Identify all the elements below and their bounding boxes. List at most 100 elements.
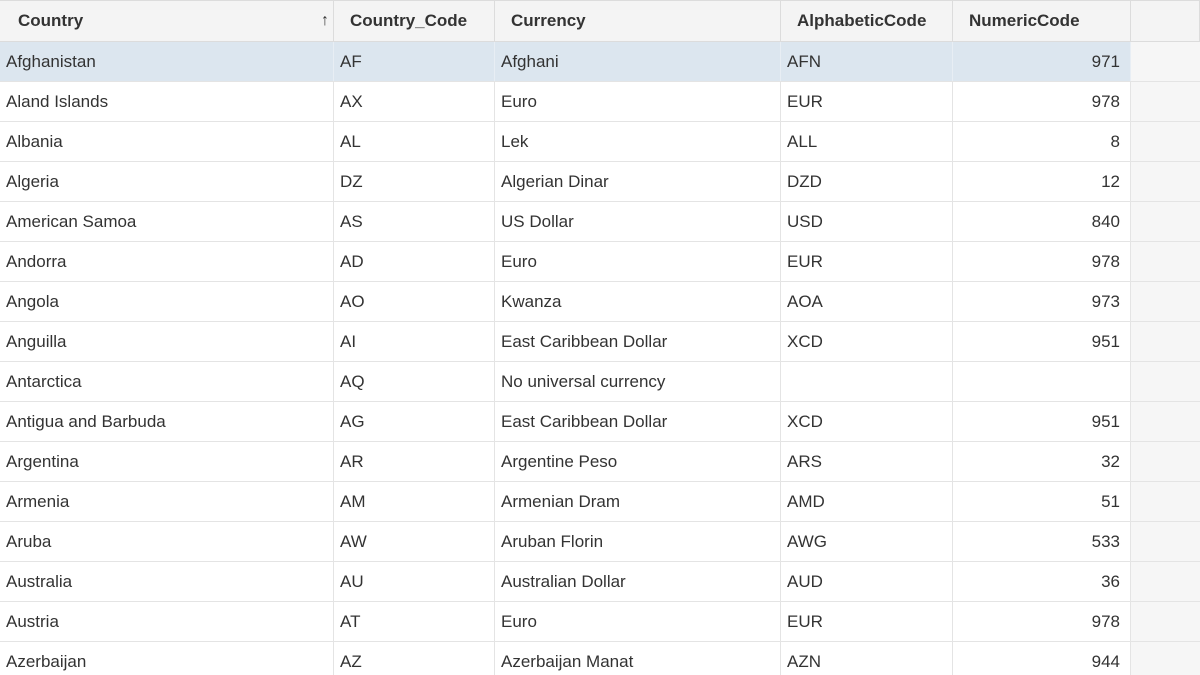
cell-alphabetic-code[interactable]: ALL <box>781 122 953 161</box>
cell-alphabetic-code[interactable]: AFN <box>781 42 953 81</box>
table-row[interactable]: Angola AO Kwanza AOA 973 <box>0 282 1200 322</box>
cell-country[interactable]: Antigua and Barbuda <box>0 402 334 441</box>
table-row[interactable]: Albania AL Lek ALL 8 <box>0 122 1200 162</box>
cell-currency[interactable]: Armenian Dram <box>495 482 781 521</box>
cell-alphabetic-code[interactable]: ARS <box>781 442 953 481</box>
cell-currency[interactable]: Lek <box>495 122 781 161</box>
cell-currency[interactable]: Euro <box>495 602 781 641</box>
table-row[interactable]: Aruba AW Aruban Florin AWG 533 <box>0 522 1200 562</box>
cell-country-code[interactable]: AX <box>334 82 495 121</box>
cell-numeric-code[interactable]: 978 <box>953 242 1131 281</box>
cell-alphabetic-code[interactable]: EUR <box>781 242 953 281</box>
cell-currency[interactable]: Afghani <box>495 42 781 81</box>
cell-currency[interactable]: Kwanza <box>495 282 781 321</box>
table-row[interactable]: Argentina AR Argentine Peso ARS 32 <box>0 442 1200 482</box>
cell-country[interactable]: Azerbaijan <box>0 642 334 675</box>
table-row[interactable]: Afghanistan AF Afghani AFN 971 <box>0 42 1200 82</box>
cell-currency[interactable]: Algerian Dinar <box>495 162 781 201</box>
cell-numeric-code[interactable]: 973 <box>953 282 1131 321</box>
cell-alphabetic-code[interactable]: EUR <box>781 602 953 641</box>
cell-currency[interactable]: Euro <box>495 82 781 121</box>
cell-country[interactable]: Anguilla <box>0 322 334 361</box>
cell-currency[interactable]: Euro <box>495 242 781 281</box>
table-row[interactable]: Anguilla AI East Caribbean Dollar XCD 951 <box>0 322 1200 362</box>
cell-numeric-code[interactable]: 978 <box>953 602 1131 641</box>
cell-country[interactable]: Austria <box>0 602 334 641</box>
column-header-alphabetic-code[interactable]: AlphabeticCode <box>781 1 953 41</box>
cell-numeric-code[interactable]: 36 <box>953 562 1131 601</box>
cell-country[interactable]: Albania <box>0 122 334 161</box>
table-row[interactable]: Austria AT Euro EUR 978 <box>0 602 1200 642</box>
cell-numeric-code[interactable]: 32 <box>953 442 1131 481</box>
cell-currency[interactable]: East Caribbean Dollar <box>495 402 781 441</box>
column-header-country[interactable]: Country ↑ <box>0 1 334 41</box>
cell-country-code[interactable]: AI <box>334 322 495 361</box>
cell-country-code[interactable]: AF <box>334 42 495 81</box>
table-row[interactable]: Antarctica AQ No universal currency <box>0 362 1200 402</box>
cell-numeric-code[interactable]: 8 <box>953 122 1131 161</box>
cell-country-code[interactable]: AL <box>334 122 495 161</box>
table-row[interactable]: Aland Islands AX Euro EUR 978 <box>0 82 1200 122</box>
cell-numeric-code[interactable]: 51 <box>953 482 1131 521</box>
cell-alphabetic-code[interactable]: XCD <box>781 402 953 441</box>
cell-country-code[interactable]: AS <box>334 202 495 241</box>
cell-alphabetic-code[interactable]: EUR <box>781 82 953 121</box>
cell-alphabetic-code[interactable] <box>781 362 953 401</box>
table-row[interactable]: Algeria DZ Algerian Dinar DZD 12 <box>0 162 1200 202</box>
cell-currency[interactable]: East Caribbean Dollar <box>495 322 781 361</box>
cell-country[interactable]: Algeria <box>0 162 334 201</box>
cell-numeric-code[interactable] <box>953 362 1131 401</box>
cell-country-code[interactable]: AR <box>334 442 495 481</box>
cell-numeric-code[interactable]: 944 <box>953 642 1131 675</box>
cell-numeric-code[interactable]: 840 <box>953 202 1131 241</box>
cell-numeric-code[interactable]: 951 <box>953 322 1131 361</box>
cell-country-code[interactable]: AD <box>334 242 495 281</box>
cell-country[interactable]: Australia <box>0 562 334 601</box>
cell-currency[interactable]: Australian Dollar <box>495 562 781 601</box>
cell-alphabetic-code[interactable]: AUD <box>781 562 953 601</box>
cell-country[interactable]: American Samoa <box>0 202 334 241</box>
cell-country-code[interactable]: AG <box>334 402 495 441</box>
cell-numeric-code[interactable]: 533 <box>953 522 1131 561</box>
table-row[interactable]: Azerbaijan AZ Azerbaijan Manat AZN 944 <box>0 642 1200 675</box>
cell-currency[interactable]: Aruban Florin <box>495 522 781 561</box>
cell-country[interactable]: Aruba <box>0 522 334 561</box>
table-row[interactable]: Antigua and Barbuda AG East Caribbean Doll… <box>0 402 1200 442</box>
cell-country[interactable]: Andorra <box>0 242 334 281</box>
column-header-numeric-code[interactable]: NumericCode <box>953 1 1131 41</box>
table-row[interactable]: Andorra AD Euro EUR 978 <box>0 242 1200 282</box>
cell-country[interactable]: Angola <box>0 282 334 321</box>
table-row[interactable]: American Samoa AS US Dollar USD 840 <box>0 202 1200 242</box>
cell-alphabetic-code[interactable]: AWG <box>781 522 953 561</box>
cell-numeric-code[interactable]: 978 <box>953 82 1131 121</box>
cell-alphabetic-code[interactable]: AZN <box>781 642 953 675</box>
cell-numeric-code[interactable]: 12 <box>953 162 1131 201</box>
cell-country-code[interactable]: AM <box>334 482 495 521</box>
cell-currency[interactable]: No universal currency <box>495 362 781 401</box>
cell-country[interactable]: Argentina <box>0 442 334 481</box>
cell-country[interactable]: Antarctica <box>0 362 334 401</box>
cell-country-code[interactable]: DZ <box>334 162 495 201</box>
cell-country-code[interactable]: AT <box>334 602 495 641</box>
cell-country-code[interactable]: AO <box>334 282 495 321</box>
cell-country-code[interactable]: AW <box>334 522 495 561</box>
cell-country-code[interactable]: AQ <box>334 362 495 401</box>
cell-country[interactable]: Armenia <box>0 482 334 521</box>
cell-numeric-code[interactable]: 971 <box>953 42 1131 81</box>
cell-country[interactable]: Afghanistan <box>0 42 334 81</box>
cell-alphabetic-code[interactable]: XCD <box>781 322 953 361</box>
cell-numeric-code[interactable]: 951 <box>953 402 1131 441</box>
cell-alphabetic-code[interactable]: AMD <box>781 482 953 521</box>
cell-country[interactable]: Aland Islands <box>0 82 334 121</box>
cell-alphabetic-code[interactable]: DZD <box>781 162 953 201</box>
table-row[interactable]: Australia AU Australian Dollar AUD 36 <box>0 562 1200 602</box>
cell-country-code[interactable]: AZ <box>334 642 495 675</box>
cell-country-code[interactable]: AU <box>334 562 495 601</box>
table-row[interactable]: Armenia AM Armenian Dram AMD 51 <box>0 482 1200 522</box>
cell-currency[interactable]: US Dollar <box>495 202 781 241</box>
cell-alphabetic-code[interactable]: USD <box>781 202 953 241</box>
column-header-country-code[interactable]: Country_Code <box>334 1 495 41</box>
column-header-currency[interactable]: Currency <box>495 1 781 41</box>
cell-currency[interactable]: Azerbaijan Manat <box>495 642 781 675</box>
cell-alphabetic-code[interactable]: AOA <box>781 282 953 321</box>
